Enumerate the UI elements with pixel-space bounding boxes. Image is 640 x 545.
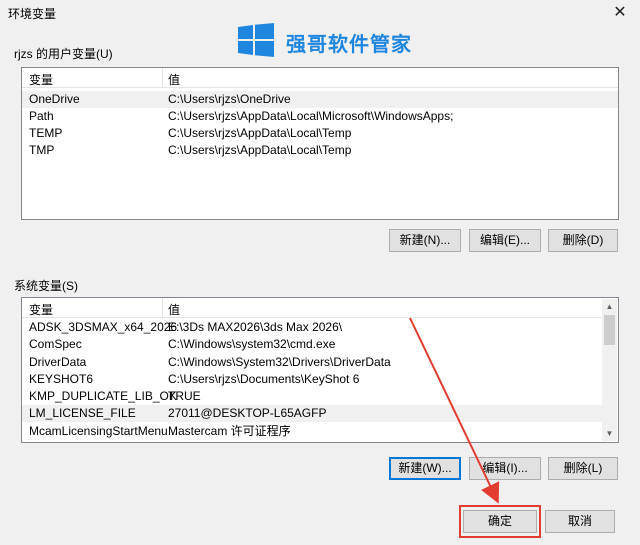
system-new-button[interactable]: 新建(W)... — [389, 457, 461, 480]
system-edit-button[interactable]: 编辑(I)... — [469, 457, 541, 480]
var-name: KMP_DUPLICATE_LIB_OK — [29, 389, 177, 403]
user-var-row[interactable]: OneDrive C:\Users\rjzs\OneDrive — [22, 91, 618, 108]
close-icon[interactable]: ✕ — [610, 2, 630, 22]
cancel-button[interactable]: 取消 — [545, 510, 615, 533]
var-value: Mastercam 许可证程序 — [168, 424, 291, 438]
var-value: C:\Users\rjzs\AppData\Local\Temp — [168, 143, 352, 157]
var-name: TMP — [29, 143, 55, 157]
user-var-row[interactable]: Path C:\Users\rjzs\AppData\Local\Microso… — [22, 108, 618, 125]
window-title: 环境变量 — [8, 7, 57, 21]
var-value: 27011@DESKTOP-L65AGFP — [168, 406, 327, 420]
user-vars-label: rjzs 的用户变量(U) — [14, 47, 113, 61]
system-vars-header: 变量 值 — [22, 298, 602, 318]
var-name: McamLicensingStartMenu... — [29, 424, 178, 438]
var-value: C:\Users\rjzs\OneDrive — [168, 92, 291, 106]
highlight-box — [459, 505, 541, 538]
user-vars-list[interactable]: 变量 值 OneDrive C:\Users\rjzs\OneDrive Pat… — [21, 67, 619, 220]
var-name: DriverData — [29, 355, 87, 369]
system-var-row[interactable]: KMP_DUPLICATE_LIB_OK TRUE — [22, 388, 602, 405]
user-vars-header: 变量 值 — [22, 68, 618, 88]
var-value: E:\3Ds MAX2026\3ds Max 2026\ — [168, 320, 343, 334]
system-var-row[interactable]: LM_LICENSE_FILE 27011@DESKTOP-L65AGFP — [22, 405, 602, 422]
var-value: C:\Windows\System32\Drivers\DriverData — [168, 355, 391, 369]
col-header-variable[interactable]: 变量 — [29, 301, 53, 318]
system-vars-list[interactable]: 变量 值 ADSK_3DSMAX_x64_2026 E:\3Ds MAX2026… — [21, 297, 619, 443]
var-name: ComSpec — [29, 337, 82, 351]
col-header-value[interactable]: 值 — [168, 301, 180, 318]
user-new-button[interactable]: 新建(N)... — [389, 229, 461, 252]
user-var-row[interactable]: TMP C:\Users\rjzs\AppData\Local\Temp — [22, 142, 618, 159]
var-value: C:\Users\rjzs\Documents\KeyShot 6 — [168, 372, 360, 386]
scroll-down-icon[interactable]: ▼ — [602, 426, 617, 441]
var-value: TRUE — [168, 389, 201, 403]
var-name: OneDrive — [29, 92, 80, 106]
user-edit-button[interactable]: 编辑(E)... — [469, 229, 541, 252]
scroll-up-icon[interactable]: ▲ — [602, 299, 617, 314]
system-var-row[interactable]: ComSpec C:\Windows\system32\cmd.exe — [22, 336, 602, 353]
system-vars-label: 系统变量(S) — [14, 279, 78, 293]
system-var-row[interactable]: McamLicensingStartMenu... Mastercam 许可证程… — [22, 423, 602, 440]
system-vars-scrollbar[interactable]: ▲ ▼ — [602, 299, 617, 441]
col-header-value[interactable]: 值 — [168, 71, 180, 88]
var-value: C:\Windows\system32\cmd.exe — [168, 337, 336, 351]
user-var-row[interactable]: TEMP C:\Users\rjzs\AppData\Local\Temp — [22, 125, 618, 142]
col-header-variable[interactable]: 变量 — [29, 71, 53, 88]
var-value: C:\Users\rjzs\AppData\Local\Microsoft\Wi… — [168, 109, 454, 123]
system-var-row[interactable]: KEYSHOT6 C:\Users\rjzs\Documents\KeyShot… — [22, 371, 602, 388]
watermark: 强哥软件管家 — [238, 20, 418, 60]
var-name: ADSK_3DSMAX_x64_2026 — [29, 320, 178, 334]
var-value: C:\Users\rjzs\AppData\Local\Temp — [168, 126, 352, 140]
var-name: LM_LICENSE_FILE — [29, 406, 136, 420]
user-delete-button[interactable]: 删除(D) — [548, 229, 618, 252]
watermark-text: 强哥软件管家 — [286, 32, 412, 56]
system-var-row[interactable]: DriverData C:\Windows\System32\Drivers\D… — [22, 354, 602, 371]
windows-logo-icon — [238, 23, 274, 57]
system-var-row[interactable]: ADSK_3DSMAX_x64_2026 E:\3Ds MAX2026\3ds … — [22, 319, 602, 336]
var-name: Path — [29, 109, 54, 123]
var-name: KEYSHOT6 — [29, 372, 94, 386]
scroll-thumb[interactable] — [604, 315, 615, 345]
system-delete-button[interactable]: 删除(L) — [548, 457, 618, 480]
var-name: TEMP — [29, 126, 63, 140]
